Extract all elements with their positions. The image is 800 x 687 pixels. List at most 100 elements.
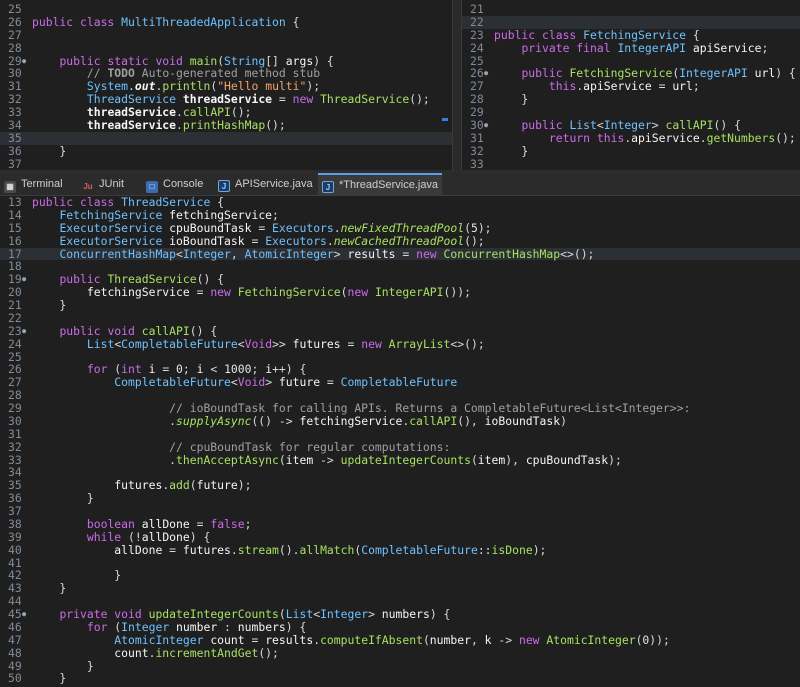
- console-icon: □: [146, 181, 158, 193]
- line-number: 32: [8, 439, 22, 454]
- code-line[interactable]: 33 .thenAcceptAsync(item -> updateIntege…: [0, 453, 800, 467]
- line-number: 22: [470, 14, 484, 29]
- tab-terminal[interactable]: ▦ Terminal: [0, 173, 64, 195]
- tab-apiservice-java[interactable]: J APIService.java: [214, 173, 314, 195]
- line-number: 23: [470, 27, 484, 42]
- scrollbar-marker[interactable]: [442, 118, 448, 121]
- java-file-icon: J: [218, 180, 230, 192]
- code-line[interactable]: 36 }: [0, 144, 452, 158]
- line-number: 21: [470, 2, 484, 16]
- code-text[interactable]: }: [32, 582, 66, 595]
- code-text[interactable]: List<CompletableFuture<Void>> futures = …: [32, 337, 485, 351]
- line-number: 30: [8, 413, 22, 428]
- line-number: 25: [8, 2, 22, 16]
- line-number: 47: [8, 632, 22, 647]
- code-text[interactable]: }: [32, 144, 66, 158]
- line-number: 32: [470, 143, 484, 158]
- line-number: 50: [8, 671, 22, 686]
- line-number: 40: [8, 542, 22, 557]
- code-line[interactable]: 21 }: [0, 299, 800, 312]
- code-line[interactable]: 43 }: [0, 582, 800, 595]
- tab-junit[interactable]: Ju JUnit: [78, 173, 138, 195]
- terminal-icon: ▦: [4, 181, 16, 193]
- code-text[interactable]: return this.apiService.getNumbers();: [494, 131, 796, 145]
- code-line[interactable]: 24 private final IntegerAPI apiService;: [462, 40, 800, 55]
- code-line[interactable]: 49 }: [0, 659, 800, 673]
- code-line[interactable]: 42 }: [0, 569, 800, 582]
- line-number: 34: [8, 118, 22, 133]
- line-number: 24: [470, 40, 484, 55]
- code-line[interactable]: 28 }: [462, 93, 800, 106]
- code-area[interactable]: 25 26 public class MultiThreadedApplicatio…: [0, 3, 452, 170]
- line-number: 15: [8, 220, 22, 235]
- code-text[interactable]: threadService.printHashMap();: [32, 119, 286, 132]
- line-number: 21: [8, 298, 22, 312]
- vertical-splitter[interactable]: [452, 0, 462, 170]
- code-text[interactable]: count.incrementAndGet();: [32, 646, 279, 660]
- code-text[interactable]: }: [494, 144, 528, 158]
- line-number: 31: [8, 426, 22, 441]
- code-line[interactable]: 32 }: [462, 143, 800, 158]
- code-line[interactable]: 36 }: [0, 492, 800, 505]
- code-line[interactable]: 35 futures.add(future);: [0, 479, 800, 492]
- line-number: 37: [8, 504, 22, 518]
- line-number: 30: [462, 119, 494, 132]
- line-number: 23: [0, 324, 32, 338]
- tab-label: *ThreadService.java: [339, 179, 439, 191]
- code-line[interactable]: 45 private void updateIntegerCounts(List…: [0, 608, 800, 621]
- code-line[interactable]: 26 public class MultiThreadedApplication …: [0, 14, 452, 29]
- code-line[interactable]: 37: [0, 156, 452, 170]
- line-number: 37: [8, 156, 22, 170]
- code-text[interactable]: private final IntegerAPI apiService;: [494, 41, 768, 55]
- tab-label: Terminal: [21, 178, 63, 190]
- code-area[interactable]: 13 public class ThreadService {14 Fetchin…: [0, 196, 800, 685]
- code-line[interactable]: 34 threadService.printHashMap();: [0, 119, 452, 132]
- code-text[interactable]: }: [494, 93, 528, 106]
- code-line[interactable]: 30 .supplyAsync(() -> fetchingService.ca…: [0, 413, 800, 428]
- tab-threadservice-java[interactable]: J*ThreadService.java✕: [318, 173, 442, 212]
- code-text[interactable]: .thenAcceptAsync(item -> updateIntegerCo…: [32, 453, 622, 467]
- line-number: 24: [8, 336, 22, 351]
- junit-icon: Ju: [83, 182, 93, 191]
- code-text[interactable]: public class MultiThreadedApplication {: [32, 15, 299, 29]
- code-text[interactable]: fetchingService = new FetchingService(ne…: [32, 286, 471, 299]
- java-file-icon: J: [322, 181, 334, 193]
- code-text[interactable]: }: [32, 672, 66, 685]
- code-line[interactable]: 31 return this.apiService.getNumbers();: [462, 130, 800, 145]
- line-number: 39: [8, 529, 22, 544]
- code-text[interactable]: ConcurrentHashMap<Integer, AtomicInteger…: [32, 247, 594, 261]
- line-number: 38: [8, 516, 22, 531]
- code-line[interactable]: 33: [462, 156, 800, 170]
- code-text[interactable]: }: [32, 492, 94, 505]
- code-line[interactable]: 21: [462, 3, 800, 16]
- code-text[interactable]: .supplyAsync(() -> fetchingService.callA…: [32, 414, 567, 428]
- editor-multithreaded-application[interactable]: 25 26 public class MultiThreadedApplicatio…: [0, 0, 452, 170]
- editor-thread-service[interactable]: 13 public class ThreadService {14 Fetchin…: [0, 196, 800, 687]
- line-number: 31: [470, 130, 484, 145]
- line-number: 48: [8, 645, 22, 660]
- code-text[interactable]: allDone = futures.stream().allMatch(Comp…: [32, 543, 546, 557]
- code-text[interactable]: }: [32, 299, 66, 312]
- code-line[interactable]: 27: [0, 27, 452, 42]
- code-line[interactable]: 48 count.incrementAndGet();: [0, 645, 800, 660]
- code-line[interactable]: 17 ConcurrentHashMap<Integer, AtomicInte…: [0, 247, 800, 261]
- code-area[interactable]: 21 22 23 public class FetchingService {24 p…: [462, 3, 800, 170]
- line-number: 35: [8, 130, 22, 145]
- line-number: 26: [8, 14, 22, 29]
- line-number: 13: [8, 196, 22, 209]
- line-number: 29: [8, 401, 22, 415]
- code-line[interactable]: 40 allDone = futures.stream().allMatch(C…: [0, 542, 800, 557]
- code-line[interactable]: 35: [0, 132, 452, 145]
- line-number: 33: [470, 156, 484, 170]
- line-number: 46: [8, 619, 22, 634]
- line-number: 27: [8, 27, 22, 42]
- code-line[interactable]: 50 }: [0, 672, 800, 685]
- tab-label: Console: [163, 178, 204, 190]
- editor-fetching-service[interactable]: 21 22 23 public class FetchingService {24 p…: [462, 0, 800, 170]
- code-line[interactable]: 27 CompletableFuture<Void> future = Comp…: [0, 376, 800, 389]
- code-text[interactable]: CompletableFuture<Void> future = Complet…: [32, 376, 457, 389]
- code-line[interactable]: 20 fetchingService = new FetchingService…: [0, 286, 800, 299]
- line-number: 16: [8, 233, 22, 248]
- tab-console[interactable]: □ Console: [142, 173, 206, 195]
- code-line[interactable]: 24 List<CompletableFuture<Void>> futures…: [0, 336, 800, 351]
